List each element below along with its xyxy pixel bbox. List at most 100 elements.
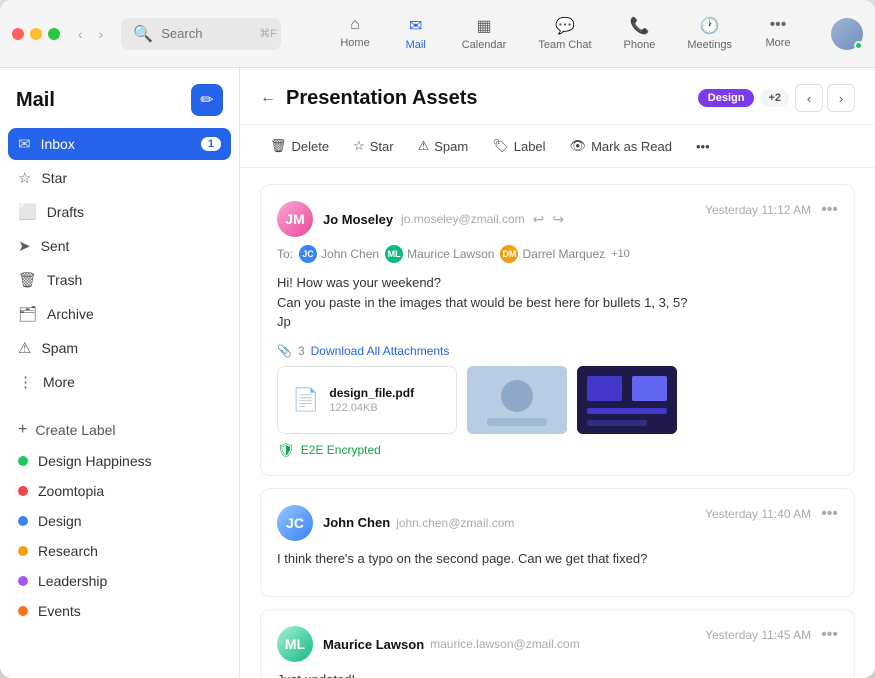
toolbar-more-button[interactable]: •••	[686, 134, 720, 159]
sidebar-item-inbox[interactable]: ✉ Inbox 1	[8, 128, 231, 160]
sidebar-item-star[interactable]: ☆ Star	[8, 162, 231, 194]
msg-3-body: Just updated!	[277, 670, 838, 678]
minimize-button[interactable]	[30, 28, 42, 40]
create-label-text: Create Label	[35, 422, 115, 438]
msg-1-more-button[interactable]: •••	[821, 201, 838, 219]
thread-title: Presentation Assets	[286, 87, 478, 110]
label-zoomtopia[interactable]: Zoomtopia	[8, 476, 231, 506]
label-label: Label	[514, 139, 546, 154]
download-all-link[interactable]: Download All Attachments	[311, 344, 450, 358]
msg-3-more-button[interactable]: •••	[821, 626, 838, 644]
thread-nav: ‹ ›	[795, 84, 855, 112]
toolbar: 🗑 Delete ☆ Star ⚠ Spam 🏷 Label 👁 Ma	[240, 125, 875, 168]
tab-home[interactable]: ⌂ Home	[324, 8, 385, 59]
message-1: JM Jo Moseley jo.moseley@zmail.com ↩ ↪	[260, 184, 855, 476]
msg-2-sender: JC John Chen john.chen@zmail.com	[277, 505, 514, 541]
calendar-icon: ▦	[476, 16, 491, 36]
attachment-count: 3	[298, 344, 305, 358]
label-leadership[interactable]: Leadership	[8, 566, 231, 596]
msg-3-meta: Yesterday 11:45 AM •••	[705, 626, 838, 644]
chat-icon: 💬	[555, 16, 575, 36]
label-design-happiness-name: Design Happiness	[38, 453, 152, 469]
file-size: 122.04KB	[329, 402, 414, 414]
next-thread-button[interactable]: ›	[827, 84, 855, 112]
sidebar-item-sent[interactable]: ➤ Sent	[8, 230, 231, 262]
msg-1-body: Hi! How was your weekend? Can you paste …	[277, 273, 838, 332]
tab-more-label: More	[765, 37, 790, 49]
label-button[interactable]: 🏷 Label	[482, 133, 555, 159]
maurice-chip-name: Maurice Lawson	[407, 247, 494, 261]
create-label-button[interactable]: + Create Label	[8, 414, 231, 446]
compose-button[interactable]: ✏	[191, 84, 223, 116]
msg-3-info: Maurice Lawson maurice.lawson@zmail.com	[323, 637, 580, 652]
label-design-name: Design	[38, 513, 82, 529]
forward-button[interactable]: ›	[93, 22, 110, 46]
sidebar: Mail ✏ ✉ Inbox 1 ☆ Star ⬜ Drafts	[0, 68, 240, 678]
image-thumbnail-2[interactable]	[577, 366, 677, 434]
tab-more[interactable]: ••• More	[748, 8, 808, 59]
search-input[interactable]	[161, 26, 251, 41]
msg-2-info: John Chen john.chen@zmail.com	[323, 515, 514, 530]
msg-3-header: ML Maurice Lawson maurice.lawson@zmail.c…	[277, 626, 838, 662]
delete-icon: 🗑	[270, 138, 287, 154]
msg-2-more-button[interactable]: •••	[821, 505, 838, 523]
tab-meetings[interactable]: 🕐 Meetings	[671, 8, 748, 59]
toolbar-more-icon: •••	[696, 139, 710, 154]
tab-calendar[interactable]: ▦ Calendar	[446, 8, 523, 59]
spam-button[interactable]: ⚠ Spam	[408, 133, 479, 159]
file-info: design_file.pdf 122.04KB	[329, 386, 414, 414]
back-button[interactable]: ‹	[72, 22, 89, 46]
thread-tags: Design +2 ‹ ›	[698, 84, 855, 112]
msg-1-meta: Yesterday 11:12 AM •••	[705, 201, 838, 219]
sidebar-item-trash[interactable]: 🗑 Trash	[8, 264, 231, 296]
tab-phone[interactable]: 📞 Phone	[608, 8, 672, 59]
message-3: ML Maurice Lawson maurice.lawson@zmail.c…	[260, 609, 855, 678]
tag-more[interactable]: +2	[760, 89, 789, 107]
file-attachment[interactable]: 📄 design_file.pdf 122.04KB	[277, 366, 457, 434]
label-research-name: Research	[38, 543, 98, 559]
tab-mail[interactable]: ✉ Mail	[386, 8, 446, 59]
sidebar-item-more[interactable]: ⋮ More	[8, 366, 231, 398]
msg-2-header: JC John Chen john.chen@zmail.com Yesterd…	[277, 505, 838, 541]
tab-phone-label: Phone	[624, 39, 656, 51]
label-research[interactable]: Research	[8, 536, 231, 566]
image-thumbnail-1[interactable]	[467, 366, 567, 434]
msg-2-meta: Yesterday 11:40 AM •••	[705, 505, 838, 523]
titlebar: ‹ › 🔍 ⌘F ⌂ Home ✉ Mail ▦ Calendar 💬 Team	[0, 0, 875, 68]
reply-icon[interactable]: ↩	[533, 211, 545, 228]
search-bar[interactable]: 🔍 ⌘F	[121, 18, 281, 50]
label-research-dot	[18, 546, 28, 556]
sent-icon: ➤	[18, 237, 31, 255]
sidebar-header: Mail ✏	[0, 84, 239, 128]
label-events[interactable]: Events	[8, 596, 231, 626]
tab-home-label: Home	[340, 37, 369, 49]
darrel-chip-avatar: DM	[500, 245, 518, 263]
msg-3-time: Yesterday 11:45 AM	[705, 628, 811, 642]
maximize-button[interactable]	[48, 28, 60, 40]
msg-1-line2: Can you paste in the images that would b…	[277, 293, 838, 313]
prev-thread-button[interactable]: ‹	[795, 84, 823, 112]
msg-1-email: jo.moseley@zmail.com	[401, 212, 525, 226]
mark-as-read-button[interactable]: 👁 Mark as Read	[560, 133, 682, 159]
sidebar-item-spam[interactable]: ⚠ Spam	[8, 332, 231, 364]
sidebar-item-drafts[interactable]: ⬜ Drafts	[8, 196, 231, 228]
label-design-happiness[interactable]: Design Happiness	[8, 446, 231, 476]
label-design[interactable]: Design	[8, 506, 231, 536]
forward-icon[interactable]: ↪	[552, 211, 564, 228]
sidebar-item-archive[interactable]: 🗂 Archive	[8, 298, 231, 330]
spam-label: Spam	[434, 139, 468, 154]
tag-design[interactable]: Design	[698, 89, 755, 107]
close-button[interactable]	[12, 28, 24, 40]
user-avatar-wrap[interactable]	[831, 18, 863, 50]
msg-1-line3: Jp	[277, 312, 838, 332]
back-to-inbox-button[interactable]: ←	[260, 89, 276, 107]
sidebar-title: Mail	[16, 89, 55, 112]
trash-icon: 🗑	[18, 271, 37, 289]
inbox-badge: 1	[201, 137, 221, 151]
nav-tabs: ⌂ Home ✉ Mail ▦ Calendar 💬 Team Chat 📞 P…	[301, 8, 831, 59]
star-button[interactable]: ☆ Star	[343, 133, 404, 159]
label-design-happiness-dot	[18, 456, 28, 466]
msg-3-email: maurice.lawson@zmail.com	[430, 637, 580, 651]
delete-button[interactable]: 🗑 Delete	[260, 133, 339, 159]
tab-team-chat[interactable]: 💬 Team Chat	[522, 8, 607, 59]
